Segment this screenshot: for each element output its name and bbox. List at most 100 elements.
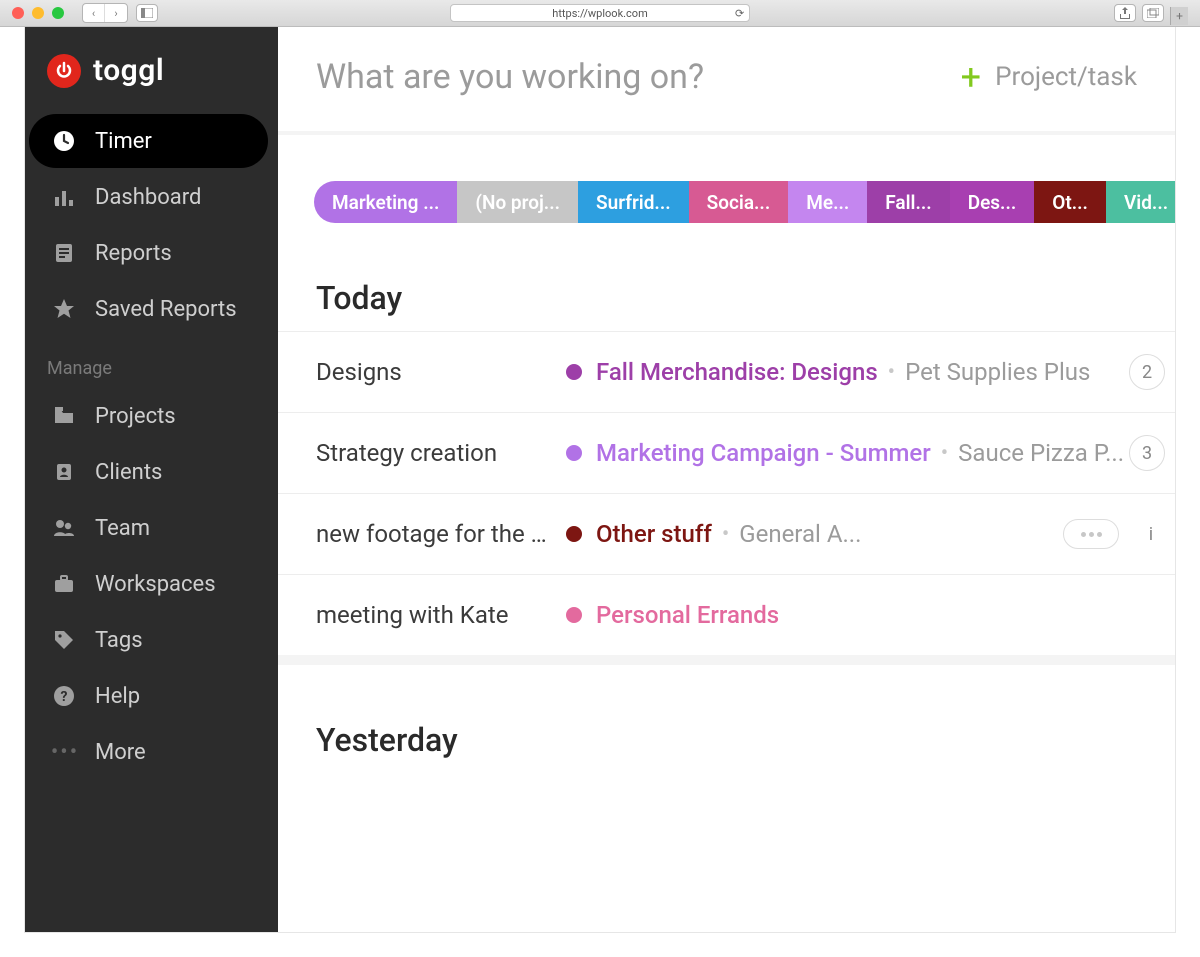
folder-icon [51,403,77,429]
project-color-dot [566,445,582,461]
entry-count-badge[interactable]: 3 [1129,435,1165,471]
entry-description: meeting with Kate [316,601,566,629]
project-chip[interactable]: Socia... [689,181,789,223]
sidebar: toggl Timer Dashboard Reports Saved Repo… [25,27,278,932]
project-chip[interactable]: Marketing ... [314,181,457,223]
page-icon [51,240,77,266]
project-chips-row: Marketing ...(No proj...Surfrid...Socia.… [314,181,1175,223]
sidebar-item-workspaces[interactable]: Workspaces [29,557,268,611]
main-content: What are you working on? + Project/task … [278,27,1175,932]
sidebar-item-projects[interactable]: Projects [29,389,268,443]
sidebar-item-label: Team [95,516,150,541]
sidebar-item-reports[interactable]: Reports [29,226,268,280]
reload-button[interactable]: ⟳ [735,7,744,20]
project-task-label: Project/task [995,62,1137,92]
sidebar-item-team[interactable]: Team [29,501,268,555]
task-description-input[interactable]: What are you working on? [316,57,704,97]
forward-button[interactable]: › [105,4,127,22]
nav-back-forward: ‹ › [82,3,128,23]
share-button[interactable] [1114,4,1136,22]
project-chip[interactable]: Surfrid... [578,181,689,223]
maximize-window-icon[interactable] [52,7,64,19]
svg-text:?: ? [61,689,68,705]
time-entry-row[interactable]: Designs Fall Merchandise: Designs•Pet Sup… [278,331,1175,412]
plus-icon: + [961,59,981,95]
separator-dot: • [712,522,739,547]
project-chip[interactable]: Des... [950,181,1035,223]
sidebar-item-label: Timer [95,129,152,154]
sidebar-item-label: More [95,740,146,765]
section-title: Yesterday [278,665,1175,763]
sidebar-item-label: Workspaces [95,572,216,597]
sidebar-item-saved-reports[interactable]: Saved Reports [29,282,268,336]
separator-dot: • [878,360,905,385]
window-controls [12,7,64,19]
project-color-dot [566,526,582,542]
entry-description: Strategy creation [316,439,566,467]
timer-topbar: What are you working on? + Project/task [278,27,1175,125]
app-logo[interactable]: toggl [25,47,278,112]
time-entry-row[interactable]: meeting with Kate Personal Errands [278,574,1175,655]
chart-icon [51,184,77,210]
sidebar-item-label: Projects [95,404,176,429]
project-task-button[interactable]: + Project/task [961,59,1137,95]
sidebar-item-label: Saved Reports [95,297,237,322]
project-color-dot [566,607,582,623]
clock-icon [51,128,77,154]
entry-more-button[interactable] [1063,519,1119,549]
browser-chrome: ‹ › https://wplook.com ⟳ + [0,0,1200,27]
sidebar-toggle-button[interactable] [136,4,158,22]
app-window: toggl Timer Dashboard Reports Saved Repo… [25,27,1175,932]
team-icon [51,515,77,541]
section-title: Today [278,223,1175,321]
project-color-dot [566,364,582,380]
url-text: https://wplook.com [552,7,647,20]
new-tab-button[interactable]: + [1170,7,1188,25]
entry-list: DesignsFall Merchandise: Designs•Pet Sup… [278,331,1175,655]
entry-client: General A... [739,520,861,548]
project-chip[interactable]: Fall... [867,181,949,223]
entry-description: new footage for the clip [316,520,566,548]
separator-dot: • [931,441,958,466]
manage-header: Manage [25,338,278,387]
minimize-window-icon[interactable] [32,7,44,19]
entry-project: Personal Errands [596,601,779,629]
entry-description: Designs [316,358,566,386]
sidebar-item-more[interactable]: ••• More [29,725,268,779]
person-icon [51,459,77,485]
entry-client: Pet Supplies Plus [905,358,1090,386]
project-chip[interactable]: Ot... [1034,181,1106,223]
close-window-icon[interactable] [12,7,24,19]
project-chip[interactable]: (No proj... [457,181,578,223]
tabs-button[interactable] [1142,4,1164,22]
sidebar-item-dashboard[interactable]: Dashboard [29,170,268,224]
sidebar-item-label: Help [95,684,140,709]
sidebar-item-label: Tags [95,628,143,653]
trailing-indicator: i [1133,516,1169,552]
project-chip[interactable]: Me... [788,181,867,223]
app-title: toggl [93,53,164,88]
entries-container: TodayDesignsFall Merchandise: Designs•Pe… [278,223,1175,763]
project-chip[interactable]: Vid... [1106,181,1175,223]
time-entry-row[interactable]: Strategy creation Marketing Campaign - Su… [278,412,1175,493]
entry-project: Other stuff [596,520,712,548]
star-icon [51,296,77,322]
entry-project: Marketing Campaign - Summer [596,439,931,467]
sidebar-item-timer[interactable]: Timer [29,114,268,168]
more-icon: ••• [51,739,77,765]
sidebar-item-clients[interactable]: Clients [29,445,268,499]
sidebar-item-label: Dashboard [95,185,201,210]
tag-icon [51,627,77,653]
entry-project: Fall Merchandise: Designs [596,358,878,386]
sidebar-item-label: Reports [95,241,172,266]
sidebar-item-tags[interactable]: Tags [29,613,268,667]
section-divider [278,655,1175,665]
sidebar-item-help[interactable]: ? Help [29,669,268,723]
back-button[interactable]: ‹ [83,4,105,22]
entry-count-badge[interactable]: 2 [1129,354,1165,390]
address-bar[interactable]: https://wplook.com [450,4,750,22]
power-icon [47,54,81,88]
divider [278,131,1175,135]
entry-client: Sauce Pizza P... [958,439,1124,467]
time-entry-row[interactable]: new footage for the clip Other stuff•Gene… [278,493,1175,574]
